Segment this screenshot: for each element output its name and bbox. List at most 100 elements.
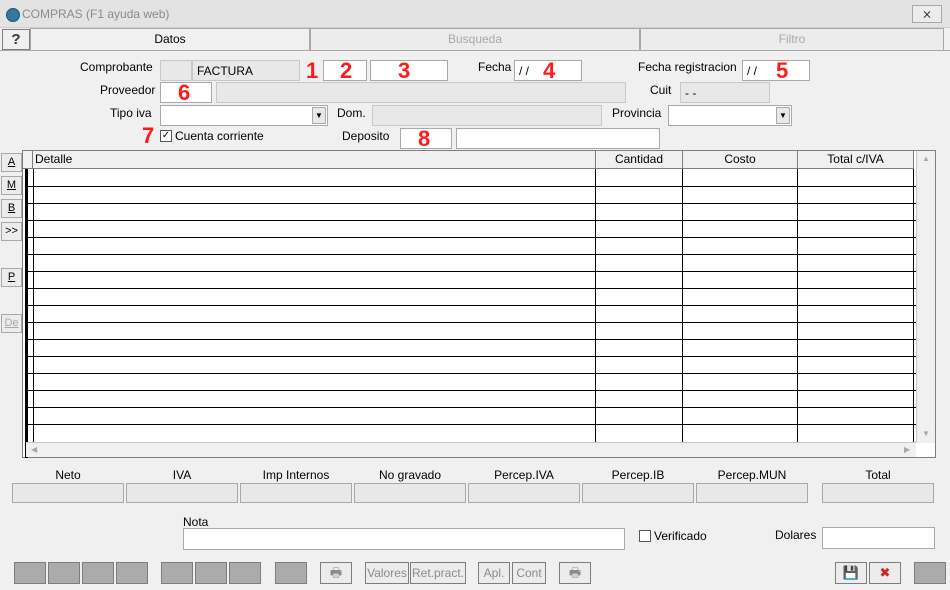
tab-datos[interactable]: Datos xyxy=(30,28,310,50)
tab-busqueda[interactable]: Busqueda xyxy=(310,28,640,50)
comprobante-type-field[interactable]: FACTURA xyxy=(192,60,300,81)
table-row[interactable] xyxy=(26,288,918,289)
side-button-p[interactable]: P xyxy=(1,268,22,287)
nota-field[interactable] xyxy=(183,528,625,550)
table-row[interactable] xyxy=(26,322,918,323)
total-label-imp-internos: Imp Internos xyxy=(262,468,330,482)
domicilio-field[interactable] xyxy=(372,105,602,126)
side-button-de[interactable]: De xyxy=(1,314,22,333)
total-label-neto: Neto xyxy=(55,468,81,482)
deposito-name-field[interactable] xyxy=(456,128,660,149)
percep-mun-field[interactable] xyxy=(696,483,808,503)
scroll-down-icon[interactable]: ▼ xyxy=(922,429,930,438)
save-icon[interactable]: 💾 xyxy=(835,562,867,584)
column-header-detalle[interactable]: Detalle xyxy=(33,151,596,169)
total-label-percep-iva: Percep.IVA xyxy=(494,468,554,482)
total-label-iva: IVA xyxy=(172,468,192,482)
table-row[interactable] xyxy=(26,203,918,204)
verificado-checkbox[interactable] xyxy=(639,530,651,542)
total-label-percep-ib: Percep.IB xyxy=(611,468,665,482)
table-row[interactable] xyxy=(26,339,918,340)
toolbar-button-end[interactable] xyxy=(914,562,946,584)
proveedor-name-field[interactable] xyxy=(216,82,626,103)
help-button[interactable]: ? xyxy=(2,29,30,50)
fecha-registracion-label: Fecha registracion xyxy=(638,60,737,74)
toolbar-button-3[interactable] xyxy=(82,562,114,584)
table-row[interactable] xyxy=(26,271,918,272)
deposito-label: Deposito xyxy=(342,129,390,143)
dom-label: Dom. xyxy=(337,106,366,120)
toolbar-button-7[interactable] xyxy=(229,562,261,584)
column-header-total-iva[interactable]: Total c/IVA xyxy=(798,151,914,169)
marker-1: 1 xyxy=(306,58,319,83)
dolares-label: Dolares xyxy=(775,528,817,542)
tipo-iva-select[interactable]: ▼ xyxy=(160,105,328,126)
cancel-icon[interactable]: ✖ xyxy=(869,562,901,584)
total-field[interactable] xyxy=(822,483,934,503)
toolbar-button-6[interactable] xyxy=(195,562,227,584)
cuit-field[interactable]: - - xyxy=(680,82,770,103)
cuit-label: Cuit xyxy=(650,83,672,97)
total-label-percep-mun: Percep.MUN xyxy=(717,468,787,482)
provincia-label: Provincia xyxy=(612,106,662,120)
chevron-down-icon[interactable]: ▼ xyxy=(776,107,790,124)
cuenta-corriente-label: Cuenta corriente xyxy=(175,129,264,143)
apl-button[interactable]: Apl. xyxy=(478,562,510,584)
iva-field[interactable] xyxy=(126,483,238,503)
ret-pract-button[interactable]: Ret.pract. xyxy=(410,562,466,584)
marker-7: 7 xyxy=(142,123,155,148)
printer-icon[interactable]: 🖶 xyxy=(320,562,352,584)
title-bar: COMPRAS (F1 ayuda web) ⨯ xyxy=(0,0,950,28)
window-title: COMPRAS (F1 ayuda web) xyxy=(22,7,170,21)
toolbar-button-1[interactable] xyxy=(14,562,46,584)
cuenta-corriente-checkbox[interactable]: ✓ xyxy=(160,130,172,142)
marker-6: 6 xyxy=(178,80,191,105)
total-label-no-gravado: No gravado xyxy=(378,468,442,482)
percep-ib-field[interactable] xyxy=(582,483,694,503)
marker-8: 8 xyxy=(418,126,431,151)
column-header-costo[interactable]: Costo xyxy=(683,151,798,169)
items-grid[interactable]: Detalle Cantidad Costo Total c/IVA ▲ ▼ ◀… xyxy=(22,150,936,458)
close-button[interactable]: ⨯ xyxy=(912,5,942,23)
toolbar-button-5[interactable] xyxy=(161,562,193,584)
printer-icon[interactable]: 🖶 xyxy=(559,562,591,584)
tipo-iva-label: Tipo iva xyxy=(110,106,152,120)
tab-filtro[interactable]: Filtro xyxy=(640,28,944,50)
table-row[interactable] xyxy=(26,186,918,187)
chevron-down-icon[interactable]: ▼ xyxy=(312,107,326,124)
marker-4: 4 xyxy=(543,58,556,83)
table-row[interactable] xyxy=(26,254,918,255)
table-row[interactable] xyxy=(26,407,918,408)
neto-field[interactable] xyxy=(12,483,124,503)
horizontal-scrollbar[interactable]: ◀ ▶ xyxy=(26,442,916,457)
table-row[interactable] xyxy=(26,373,918,374)
table-row[interactable] xyxy=(26,220,918,221)
no-gravado-field[interactable] xyxy=(354,483,466,503)
side-button-modificar[interactable]: M xyxy=(1,176,22,195)
comprobante-code-field[interactable] xyxy=(160,60,192,81)
side-button-alta[interactable]: A xyxy=(1,153,22,172)
side-button-baja[interactable]: B xyxy=(1,199,22,218)
toolbar-button-8[interactable] xyxy=(275,562,307,584)
percep-iva-field[interactable] xyxy=(468,483,580,503)
toolbar-button-4[interactable] xyxy=(116,562,148,584)
scroll-up-icon[interactable]: ▲ xyxy=(922,154,930,163)
valores-button[interactable]: Valores xyxy=(365,562,409,584)
column-header-cantidad[interactable]: Cantidad xyxy=(596,151,683,169)
side-button-next[interactable]: >> xyxy=(1,222,22,241)
provincia-select[interactable]: ▼ xyxy=(668,105,792,126)
cont-button[interactable]: Cont xyxy=(512,562,546,584)
scroll-right-icon[interactable]: ▶ xyxy=(904,445,910,454)
row-indicator-column xyxy=(25,169,28,458)
table-row[interactable] xyxy=(26,424,918,425)
toolbar-button-2[interactable] xyxy=(48,562,80,584)
table-row[interactable] xyxy=(26,237,918,238)
table-row[interactable] xyxy=(26,356,918,357)
table-row[interactable] xyxy=(26,390,918,391)
dolares-field[interactable] xyxy=(822,527,935,549)
scroll-left-icon[interactable]: ◀ xyxy=(31,445,37,454)
imp-internos-field[interactable] xyxy=(240,483,352,503)
table-row[interactable] xyxy=(26,305,918,306)
comprobante-label: Comprobante xyxy=(80,60,153,74)
vertical-scrollbar[interactable]: ▲ ▼ xyxy=(916,151,935,443)
